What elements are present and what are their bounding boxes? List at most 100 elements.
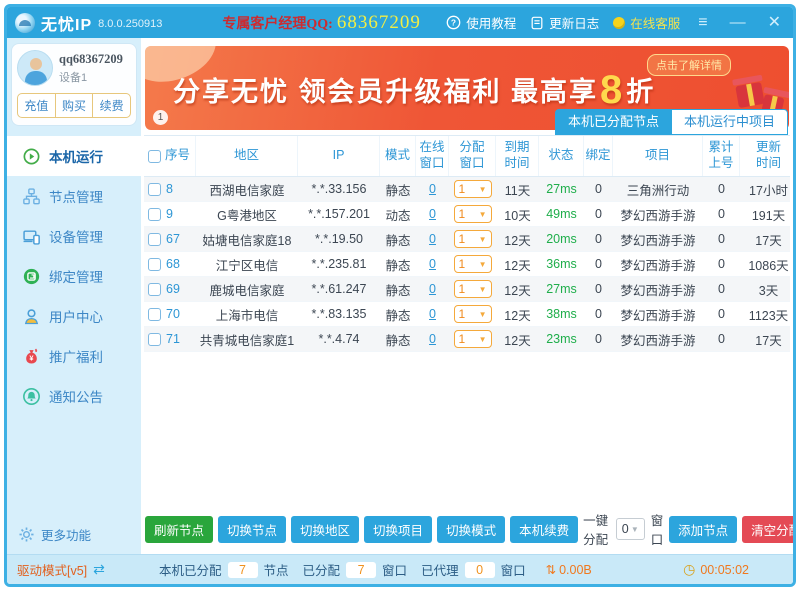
row-online-windows-link[interactable]: 0 <box>429 182 436 196</box>
row-checkbox[interactable] <box>148 308 161 321</box>
table-row[interactable]: 9 G粤港地区 *.*.157.201 动态 0 1▼ 10天 49ms 0 梦… <box>144 202 790 227</box>
tab-running-projects[interactable]: 本机运行中项目 <box>672 109 788 135</box>
row-login-count: 0 <box>703 305 740 323</box>
table-row[interactable]: 71 共青城电信家庭1 *.*.4.74 静态 0 1▼ 12天 23ms 0 … <box>144 327 790 352</box>
row-checkbox[interactable] <box>148 183 161 196</box>
more-functions-button[interactable]: 更多功能 <box>7 517 141 554</box>
row-checkbox[interactable] <box>148 283 161 296</box>
online-service-button[interactable]: 在线客服 <box>613 13 680 32</box>
table-row[interactable]: 8 西湖电信家庭 *.*.33.156 静态 0 1▼ 11天 27ms 0 三… <box>144 177 790 202</box>
sidebar-item-node-manage[interactable]: 节点管理 <box>7 176 141 216</box>
row-bind-count: 0 <box>584 305 613 323</box>
table-row[interactable]: 67 姑塘电信家庭18 *.*.19.50 静态 0 1▼ 12天 20ms 0… <box>144 227 790 252</box>
row-online-windows-link[interactable]: 0 <box>429 332 436 346</box>
sidebar-item-bind-manage[interactable]: 绑定管理 <box>7 256 141 296</box>
row-mode: 动态 <box>380 203 416 226</box>
row-latency: 23ms <box>539 330 584 348</box>
row-online-windows-link[interactable]: 0 <box>429 307 436 321</box>
switch-node-button[interactable]: 切换节点 <box>218 516 286 543</box>
table-header: 序号 地区 IP 模式 在线 窗口 分配 窗口 到期 时间 状态 绑定 项目 累… <box>144 135 790 177</box>
clear-assign-button[interactable]: 清空分配 <box>742 516 796 543</box>
switch-mode-button[interactable]: 切换模式 <box>437 516 505 543</box>
row-assign-window-dropdown[interactable]: 1▼ <box>454 205 492 223</box>
row-online-windows-link[interactable]: 0 <box>429 257 436 271</box>
row-ip: *.*.157.201 <box>298 205 380 223</box>
renew-button[interactable]: 续费 <box>92 94 130 117</box>
row-expire: 12天 <box>496 328 539 351</box>
sidebar-item-local-run[interactable]: 本机运行 <box>7 136 141 176</box>
manager-qq: 专属客户经理QQ: 68367209 <box>222 12 420 34</box>
row-bind-count: 0 <box>584 255 613 273</box>
devices-icon <box>23 228 40 245</box>
swap-icon[interactable]: ⇄ <box>93 561 105 578</box>
clock-icon: ◷ <box>683 561 695 578</box>
switch-region-button[interactable]: 切换地区 <box>291 516 359 543</box>
row-online-windows-link[interactable]: 0 <box>429 232 436 246</box>
sidebar-item-device-manage[interactable]: 设备管理 <box>7 216 141 256</box>
one-key-assign-dropdown[interactable]: 0▼ <box>616 518 645 540</box>
bind-icon <box>23 268 40 285</box>
window-menu-button[interactable]: ≡ <box>694 15 711 31</box>
gear-icon <box>19 527 34 542</box>
row-online-windows-link[interactable]: 0 <box>429 282 436 296</box>
row-updated: 1123天 <box>740 303 796 326</box>
bottom-toolbar: 刷新节点 切换节点 切换地区 切换项目 切换模式 本机续费 一键分配 0▼ 窗口… <box>144 510 790 554</box>
switch-project-button[interactable]: 切换项目 <box>364 516 432 543</box>
row-assign-window-dropdown[interactable]: 1▼ <box>454 330 492 348</box>
table-row[interactable]: 69 鹿城电信家庭 *.*.61.247 静态 0 1▼ 12天 27ms 0 … <box>144 277 790 302</box>
row-checkbox[interactable] <box>148 333 161 346</box>
close-button[interactable]: ✕ <box>764 15 785 31</box>
changelog-button[interactable]: 更新日志 <box>530 13 599 32</box>
buy-button[interactable]: 购买 <box>55 94 93 117</box>
minimize-button[interactable]: — <box>726 15 750 31</box>
row-region: 江宁区电信 <box>196 253 298 276</box>
row-updated: 191天 <box>740 203 796 226</box>
row-online-windows-link[interactable]: 0 <box>429 207 436 221</box>
row-project: 梦幻西游手游 <box>613 253 703 276</box>
tutorial-button[interactable]: ? 使用教程 <box>446 13 516 32</box>
select-all-checkbox[interactable] <box>148 150 161 163</box>
sidebar-item-promo-rewards[interactable]: ¥ 推广福利 <box>7 336 141 376</box>
sidebar-item-user-center[interactable]: 用户中心 <box>7 296 141 336</box>
row-mode: 静态 <box>380 253 416 276</box>
row-bind-count: 0 <box>584 330 613 348</box>
row-expire: 11天 <box>496 178 539 201</box>
row-assign-window-dropdown[interactable]: 1▼ <box>454 280 492 298</box>
row-updated: 1086天 <box>740 253 796 276</box>
recharge-button[interactable]: 充值 <box>18 94 55 117</box>
row-region: 西湖电信家庭 <box>196 178 298 201</box>
row-login-count: 0 <box>703 255 740 273</box>
row-ip: *.*.33.156 <box>298 180 380 198</box>
row-mode: 静态 <box>380 178 416 201</box>
driver-mode[interactable]: 驱动模式[v5] ⇄ <box>17 560 145 579</box>
row-region: 鹿城电信家庭 <box>196 278 298 301</box>
tab-assigned-nodes[interactable]: 本机已分配节点 <box>555 109 672 135</box>
row-assign-window-dropdown[interactable]: 1▼ <box>454 180 492 198</box>
row-checkbox[interactable] <box>148 258 161 271</box>
row-login-count: 0 <box>703 180 740 198</box>
renew-local-button[interactable]: 本机续费 <box>510 516 578 543</box>
row-assign-window-dropdown[interactable]: 1▼ <box>454 230 492 248</box>
user-icon <box>23 308 40 325</box>
refresh-nodes-button[interactable]: 刷新节点 <box>145 516 213 543</box>
banner-cta-button[interactable]: 点击了解详情 <box>647 54 731 76</box>
table-body: 8 西湖电信家庭 *.*.33.156 静态 0 1▼ 11天 27ms 0 三… <box>144 177 790 352</box>
row-checkbox[interactable] <box>148 233 161 246</box>
app-version: 8.0.0.250913 <box>98 18 162 30</box>
table-row[interactable]: 70 上海市电信 *.*.83.135 静态 0 1▼ 12天 38ms 0 梦… <box>144 302 790 327</box>
row-region: 上海市电信 <box>196 303 298 326</box>
sidebar-item-notices[interactable]: 通知公告 <box>7 376 141 416</box>
caret-down-icon: ▼ <box>479 260 487 269</box>
table-row[interactable]: 68 江宁区电信 *.*.235.81 静态 0 1▼ 12天 36ms 0 梦… <box>144 252 790 277</box>
row-ip: *.*.235.81 <box>298 255 380 273</box>
row-assign-window-dropdown[interactable]: 1▼ <box>454 305 492 323</box>
tab-bar: 本机已分配节点 本机运行中项目 <box>144 109 790 135</box>
add-node-button[interactable]: 添加节点 <box>669 516 737 543</box>
row-id: 70 <box>166 307 180 321</box>
status-bar: 驱动模式[v5] ⇄ 本机已分配 7 节点 已分配 7 窗口 已代理 0 窗口 … <box>7 554 793 584</box>
row-assign-window-dropdown[interactable]: 1▼ <box>454 255 492 273</box>
caret-down-icon: ▼ <box>479 335 487 344</box>
row-id: 67 <box>166 232 180 246</box>
caret-down-icon: ▼ <box>479 285 487 294</box>
row-checkbox[interactable] <box>148 208 161 221</box>
